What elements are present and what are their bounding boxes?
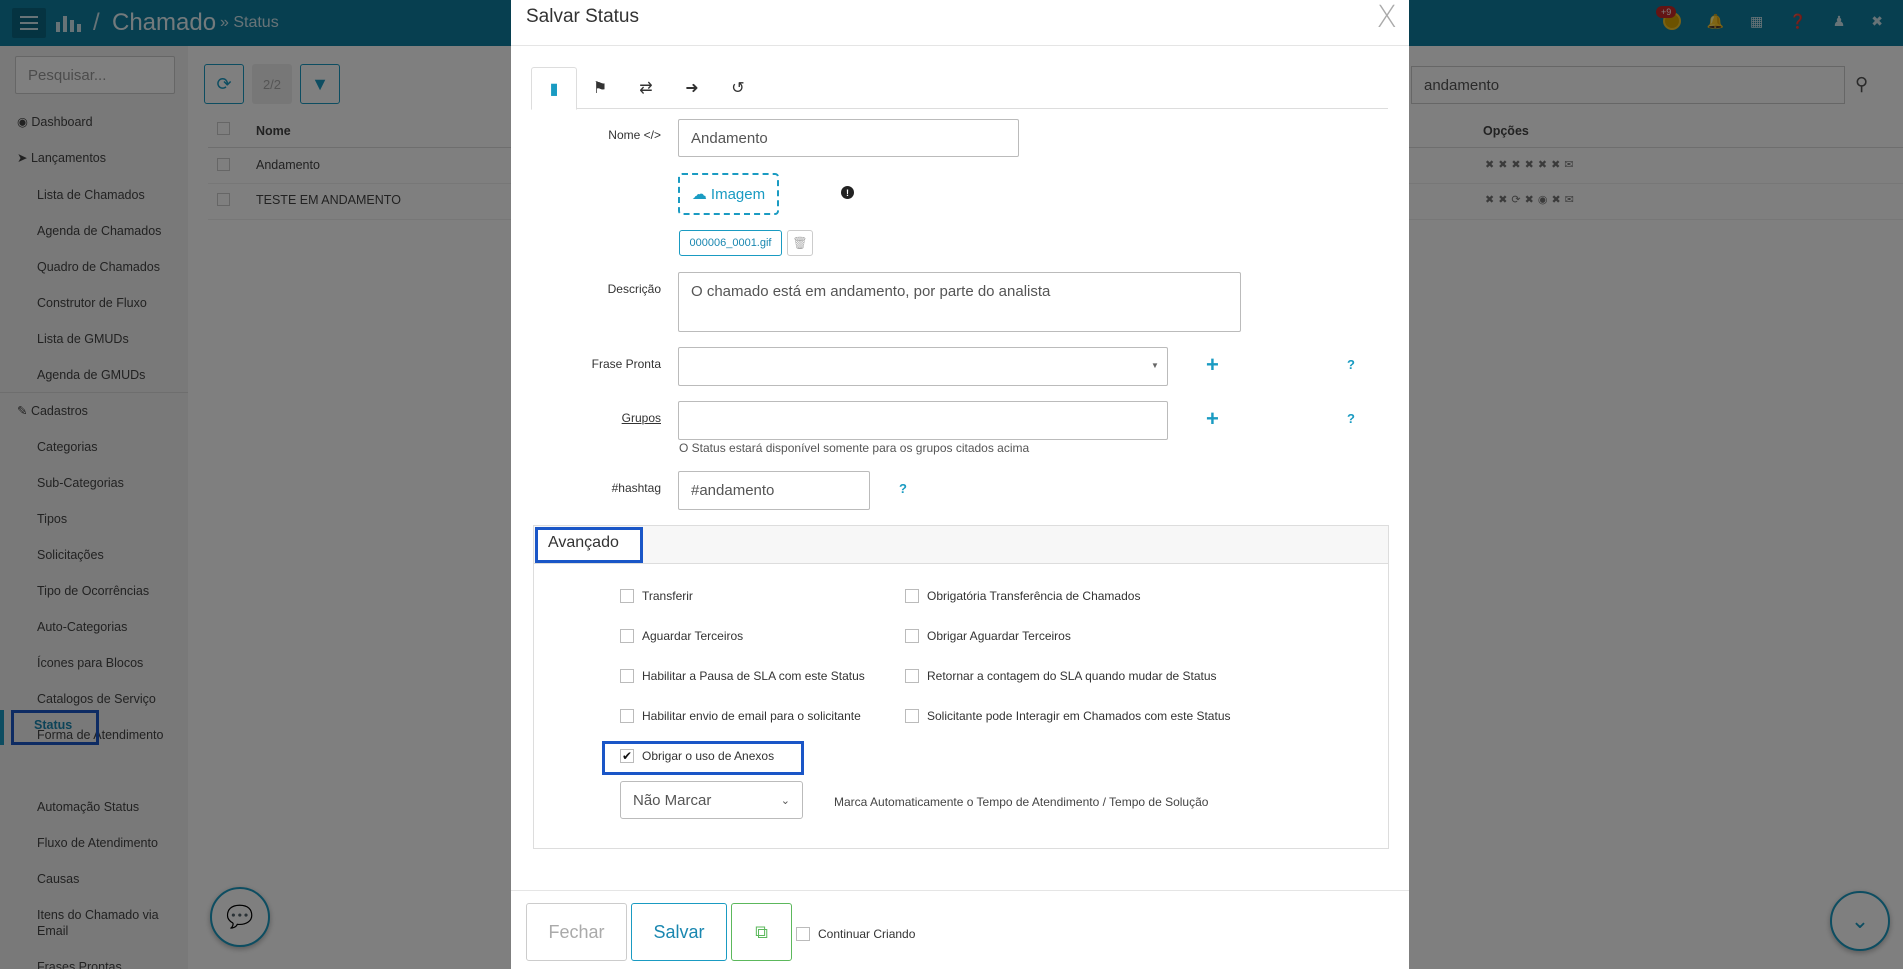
- save-button[interactable]: Salvar: [631, 903, 727, 961]
- marcar-tempo-select[interactable]: Não Marcar ⌄: [620, 781, 803, 819]
- hashtag-help-icon[interactable]: ?: [899, 481, 907, 496]
- option-transferir[interactable]: Transferir: [620, 589, 693, 603]
- advanced-panel-header[interactable]: Avançado: [534, 526, 1388, 564]
- continuar-criando-option[interactable]: Continuar Criando: [796, 927, 915, 941]
- hashtag-label: #hashtag: [611, 481, 661, 495]
- arrow-right-icon[interactable]: ➜: [669, 67, 715, 109]
- checkbox[interactable]: [905, 709, 919, 723]
- book-icon[interactable]: ▮: [531, 67, 577, 110]
- frase-pronta-label: Frase Pronta: [591, 357, 661, 371]
- upload-label: Imagem: [710, 185, 766, 203]
- attached-file-link[interactable]: 000006_0001.gif: [679, 230, 782, 256]
- descricao-label: Descrição: [607, 282, 661, 296]
- flag-icon[interactable]: ⚑: [577, 67, 623, 109]
- option-obrigar-aguardar-terceiros[interactable]: Obrigar Aguardar Terceiros: [905, 629, 1071, 643]
- shuffle-icon[interactable]: ⇄: [623, 67, 669, 109]
- chevron-down-icon: ⌄: [780, 794, 790, 807]
- obrigar-anexos-highlight: [602, 741, 804, 775]
- info-icon[interactable]: !: [841, 186, 854, 199]
- checkbox[interactable]: [620, 589, 634, 603]
- save-status-modal: Salvar Status X ▮ ⚑ ⇄ ➜ ↺ Nome </> Andam…: [511, 0, 1409, 969]
- trash-icon[interactable]: 🗑: [787, 230, 813, 256]
- grupos-label[interactable]: Grupos: [521, 411, 661, 425]
- option-pausa-sla[interactable]: Habilitar a Pausa de SLA com este Status: [620, 669, 865, 683]
- checkbox[interactable]: [796, 927, 810, 941]
- image-upload-button[interactable]: ☁ Imagem: [678, 173, 779, 215]
- advanced-title: Avançado: [548, 534, 619, 551]
- checkbox[interactable]: [620, 709, 634, 723]
- option-solicitante-interagir[interactable]: Solicitante pode Interagir em Chamados c…: [905, 709, 1231, 723]
- cloud-upload-icon: ☁: [691, 186, 707, 203]
- checkbox[interactable]: [620, 629, 634, 643]
- caret-down-icon: ▼: [1151, 361, 1159, 370]
- nome-input[interactable]: Andamento: [678, 119, 1019, 157]
- modal-footer: Fechar Salvar ⧉ Continuar Criando: [511, 890, 1409, 969]
- modal-tabs: ▮ ⚑ ⇄ ➜ ↺: [531, 67, 1388, 110]
- add-grupo-icon[interactable]: +: [1206, 406, 1219, 432]
- marcar-tempo-note: Marca Automaticamente o Tempo de Atendim…: [834, 795, 1209, 809]
- option-envio-email[interactable]: Habilitar envio de email para o solicita…: [620, 709, 861, 723]
- checkbox[interactable]: [905, 669, 919, 683]
- grupos-input[interactable]: [678, 401, 1168, 440]
- frase-help-icon[interactable]: ?: [1347, 357, 1355, 372]
- grupos-hint: O Status estará disponível somente para …: [679, 441, 1030, 455]
- modal-header: Salvar Status X: [511, 0, 1409, 46]
- checkbox[interactable]: [905, 629, 919, 643]
- option-retornar-sla[interactable]: Retornar a contagem do SLA quando mudar …: [905, 669, 1217, 683]
- history-icon[interactable]: ↺: [715, 67, 761, 109]
- checkbox[interactable]: [620, 669, 634, 683]
- hashtag-input[interactable]: #andamento: [678, 471, 870, 510]
- close-button[interactable]: Fechar: [526, 903, 627, 961]
- add-frase-icon[interactable]: +: [1206, 352, 1219, 378]
- frase-pronta-select[interactable]: [678, 347, 1168, 386]
- modal-close-button[interactable]: X: [1376, 0, 1397, 35]
- descricao-textarea[interactable]: O chamado está em andamento, por parte d…: [678, 272, 1241, 332]
- code-icon: </>: [643, 128, 661, 142]
- option-aguardar-terceiros[interactable]: Aguardar Terceiros: [620, 629, 743, 643]
- nome-label: Nome </>: [608, 128, 661, 142]
- copy-icon[interactable]: ⧉: [731, 903, 792, 961]
- modal-title: Salvar Status: [526, 6, 639, 27]
- grupos-help-icon[interactable]: ?: [1347, 411, 1355, 426]
- option-obrigatoria-transferencia[interactable]: Obrigatória Transferência de Chamados: [905, 589, 1140, 603]
- checkbox[interactable]: [905, 589, 919, 603]
